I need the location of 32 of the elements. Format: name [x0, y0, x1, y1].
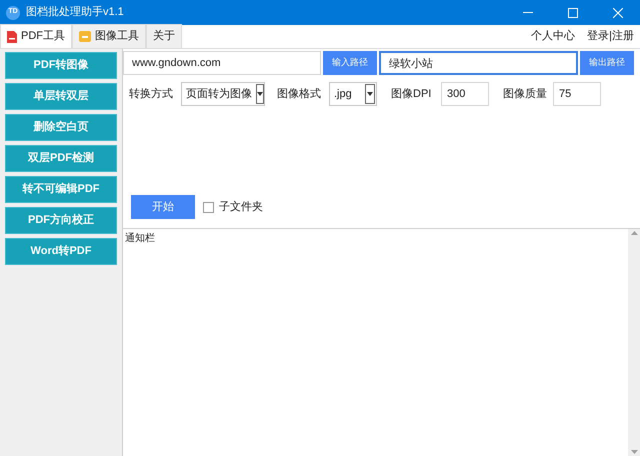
dropdown-arrow-icon — [257, 92, 263, 96]
header-link[interactable]: 登录|注册 — [587, 28, 634, 45]
input-path-button[interactable]: 输入路径 — [323, 51, 377, 75]
minimize-icon — [522, 12, 532, 13]
mode-label: 转换方式 — [129, 86, 174, 102]
dpi-field[interactable]: 300 — [441, 82, 489, 106]
document-icon — [7, 30, 17, 42]
scrollbar[interactable] — [628, 229, 640, 456]
dropdown-arrow-icon — [367, 92, 373, 96]
output-path-button[interactable]: 输出路径 — [580, 51, 634, 75]
maximize-icon — [568, 8, 578, 18]
tab[interactable]: 关于 — [146, 24, 182, 48]
checkbox-label: 子文件夹 — [219, 200, 263, 215]
quality-field[interactable]: 75 — [553, 82, 601, 106]
checkbox[interactable] — [203, 202, 214, 212]
output-path-field[interactable]: 绿软小站 — [379, 51, 578, 75]
start-button[interactable]: 开始 — [131, 195, 195, 219]
tab[interactable]: PDF工具 — [0, 24, 72, 48]
format-label: 图像格式 — [277, 86, 322, 102]
window-title: 图档批处理助手v1.1 — [26, 5, 124, 20]
input-path-field[interactable]: www.gndown.com — [123, 51, 321, 75]
quality-label: 图像质量 — [503, 86, 548, 102]
scroll-up-icon[interactable] — [630, 231, 638, 235]
close-icon — [612, 8, 622, 18]
tab[interactable]: 图像工具 — [72, 24, 146, 48]
dropdown[interactable]: 页面转为图像 — [181, 82, 265, 106]
notice-text: 通知栏 — [124, 232, 156, 246]
image-icon — [79, 31, 91, 42]
dropdown[interactable]: .jpg — [329, 82, 377, 106]
dpi-label: 图像DPI — [391, 86, 432, 102]
scroll-down-icon[interactable] — [630, 450, 638, 454]
header-link[interactable]: 个人中心 — [531, 28, 576, 45]
